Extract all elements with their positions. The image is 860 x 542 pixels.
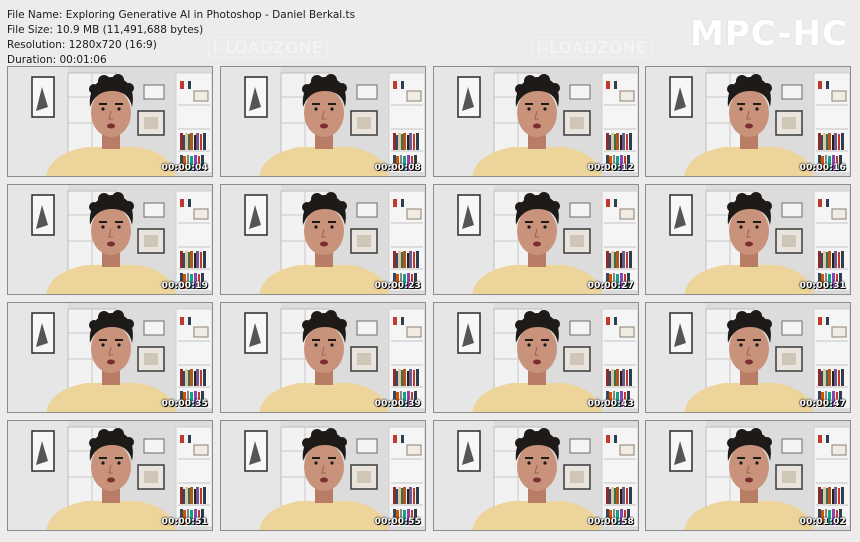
thumbnail-timestamp: 00:00:55 — [374, 517, 421, 527]
video-thumbnail[interactable]: 00:00:51 — [7, 420, 213, 531]
thumbnail-timestamp: 00:00:23 — [374, 281, 421, 291]
video-thumbnail[interactable]: 00:00:43 — [433, 302, 639, 413]
video-thumbnail[interactable]: 00:00:39 — [220, 302, 426, 413]
video-frame-image — [8, 185, 212, 294]
file-info-panel: File Name: Exploring Generative AI in Ph… — [7, 8, 355, 68]
thumbnail-timestamp: 00:00:35 — [161, 399, 208, 409]
resolution-text: Resolution: 1280x720 (16:9) — [7, 39, 157, 51]
video-frame-image — [221, 67, 425, 176]
thumbnail-timestamp: 00:00:47 — [799, 399, 846, 409]
video-frame-image — [646, 421, 850, 530]
video-thumbnail[interactable]: 00:01:02 — [645, 420, 851, 531]
thumbnail-grid: 00:00:04 00:00:08 00:00:12 00:00:16 00:0… — [7, 66, 851, 533]
video-thumbnail[interactable]: 00:00:58 — [433, 420, 639, 531]
thumbnail-timestamp: 00:00:08 — [374, 163, 421, 173]
thumbnail-timestamp: 00:01:02 — [799, 517, 846, 527]
video-frame-image — [434, 303, 638, 412]
thumbnail-timestamp: 00:00:12 — [587, 163, 634, 173]
thumbnail-timestamp: 00:00:51 — [161, 517, 208, 527]
thumbnail-timestamp: 00:00:39 — [374, 399, 421, 409]
video-thumbnail[interactable]: 00:00:27 — [433, 184, 639, 295]
video-frame-image — [646, 67, 850, 176]
thumbnail-timestamp: 00:00:27 — [587, 281, 634, 291]
video-frame-image — [8, 303, 212, 412]
video-frame-image — [8, 421, 212, 530]
watermark-text: I-LOADZONE — [532, 37, 653, 58]
video-frame-image — [8, 67, 212, 176]
file-name-text: File Name: Exploring Generative AI in Ph… — [7, 9, 356, 21]
video-thumbnail[interactable]: 00:00:08 — [220, 66, 426, 177]
thumbnail-timestamp: 00:00:16 — [799, 163, 846, 173]
thumbnail-timestamp: 00:00:19 — [161, 281, 208, 291]
mpc-hc-logo: MPC-HC — [689, 14, 848, 54]
video-frame-image — [434, 67, 638, 176]
video-frame-image — [434, 185, 638, 294]
thumbnail-timestamp: 00:00:31 — [799, 281, 846, 291]
video-thumbnail[interactable]: 00:00:55 — [220, 420, 426, 531]
video-thumbnail[interactable]: 00:00:35 — [7, 302, 213, 413]
video-thumbnail[interactable]: 00:00:31 — [645, 184, 851, 295]
video-thumbnail[interactable]: 00:00:23 — [220, 184, 426, 295]
thumbnail-timestamp: 00:00:58 — [587, 517, 634, 527]
video-frame-image — [221, 303, 425, 412]
file-size-text: File Size: 10.9 MB (11,491,688 bytes) — [7, 24, 204, 36]
thumbnail-timestamp: 00:00:43 — [587, 399, 634, 409]
video-thumbnail[interactable]: 00:00:04 — [7, 66, 213, 177]
video-thumbnail[interactable]: 00:00:19 — [7, 184, 213, 295]
video-frame-image — [646, 303, 850, 412]
video-thumbnail[interactable]: 00:00:16 — [645, 66, 851, 177]
video-frame-image — [434, 421, 638, 530]
thumbnail-timestamp: 00:00:04 — [161, 163, 208, 173]
video-frame-image — [221, 421, 425, 530]
video-frame-image — [221, 185, 425, 294]
video-frame-image — [646, 185, 850, 294]
video-thumbnail[interactable]: 00:00:12 — [433, 66, 639, 177]
video-thumbnail[interactable]: 00:00:47 — [645, 302, 851, 413]
